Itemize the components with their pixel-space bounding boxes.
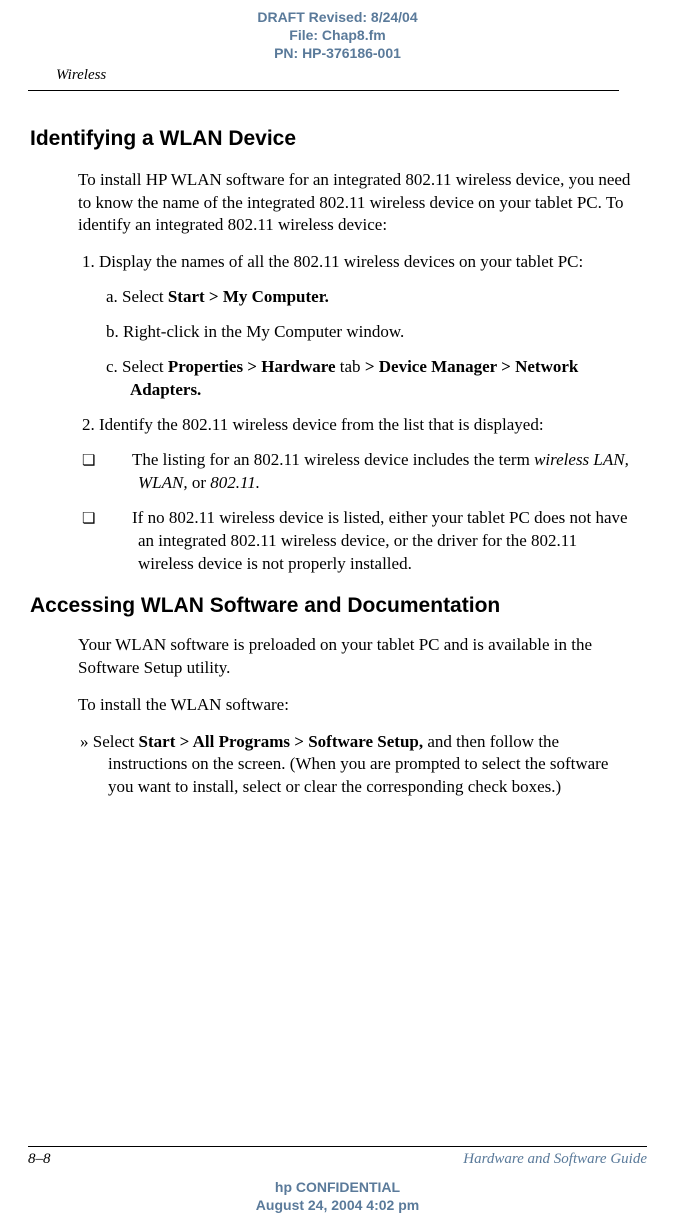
guide-title: Hardware and Software Guide: [463, 1151, 647, 1168]
step-1: 1. Display the names of all the 802.11 w…: [100, 251, 641, 274]
step-1a-text: a. Select: [106, 287, 168, 306]
step-2: 2. Identify the 802.11 wireless device f…: [100, 414, 641, 437]
intro-paragraph: To install HP WLAN software for an integ…: [78, 169, 641, 238]
step-1a-bold: Start > My Computer.: [168, 287, 329, 306]
bullet-icon: ❏: [110, 451, 132, 471]
action-prefix: » Select: [80, 732, 139, 751]
footer-line: 8–8 Hardware and Software Guide: [28, 1146, 647, 1168]
bullet-2-text: If no 802.11 wireless device is listed, …: [132, 508, 628, 573]
bullet-1-mid: or: [188, 473, 211, 492]
confidential-line: hp CONFIDENTIAL: [0, 1178, 675, 1196]
step-1a: a. Select Start > My Computer.: [130, 286, 641, 309]
draft-revised-line: DRAFT Revised: 8/24/04: [0, 8, 675, 26]
confidential-stamp: hp CONFIDENTIAL August 24, 2004 4:02 pm: [0, 1178, 675, 1214]
file-line: File: Chap8.fm: [0, 26, 675, 44]
bullet-1-italic2: 802.11.: [210, 473, 260, 492]
step-1c-bold1: Properties > Hardware: [168, 357, 336, 376]
action-step: » Select Start > All Programs > Software…: [108, 731, 641, 800]
heading-accessing-wlan: Accessing WLAN Software and Documentatio…: [30, 594, 641, 618]
step-1c: c. Select Properties > Hardware tab > De…: [130, 356, 641, 402]
bullet-1-text: The listing for an 802.11 wireless devic…: [132, 450, 534, 469]
section2-para2: To install the WLAN software:: [78, 694, 641, 717]
bullet-2: ❏If no 802.11 wireless device is listed,…: [138, 507, 641, 576]
draft-header-stamp: DRAFT Revised: 8/24/04 File: Chap8.fm PN…: [0, 0, 675, 63]
running-header-label: Wireless: [28, 63, 619, 91]
page-number: 8–8: [28, 1151, 51, 1168]
action-bold: Start > All Programs > Software Setup,: [139, 732, 424, 751]
heading-identifying-wlan: Identifying a WLAN Device: [30, 127, 641, 151]
step-1c-mid: tab: [336, 357, 365, 376]
bullet-1: ❏The listing for an 802.11 wireless devi…: [138, 449, 641, 495]
timestamp-line: August 24, 2004 4:02 pm: [0, 1196, 675, 1214]
section2-para1: Your WLAN software is preloaded on your …: [78, 634, 641, 680]
running-header: Wireless: [28, 63, 647, 91]
page-footer: 8–8 Hardware and Software Guide hp CONFI…: [0, 1146, 675, 1214]
step-1b: b. Right-click in the My Computer window…: [130, 321, 641, 344]
step-1c-prefix: c. Select: [106, 357, 168, 376]
pn-line: PN: HP-376186-001: [0, 44, 675, 62]
page-content: Identifying a WLAN Device To install HP …: [0, 91, 675, 800]
bullet-icon: ❏: [110, 509, 132, 529]
